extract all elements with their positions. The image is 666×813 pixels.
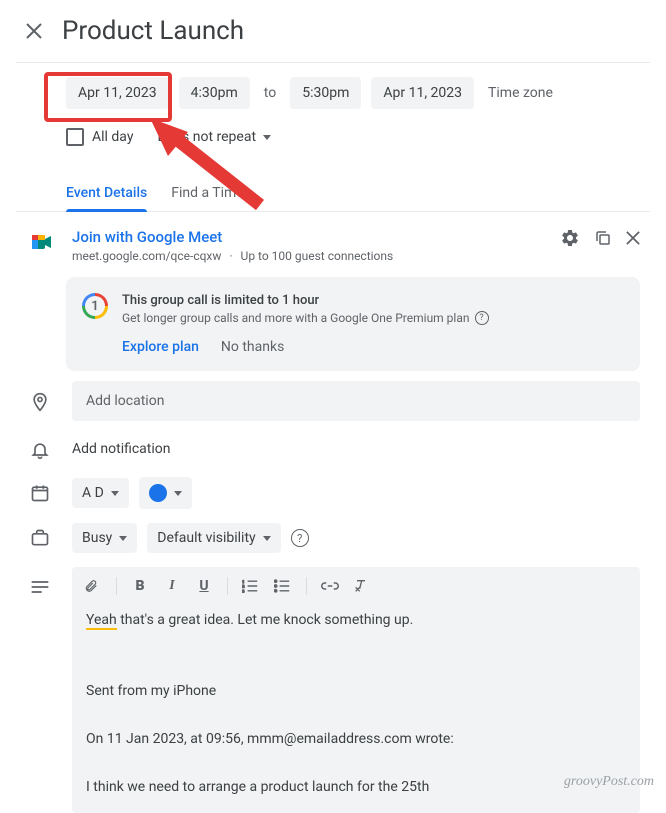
meet-capacity: Up to 100 guest connections: [241, 249, 394, 263]
explore-plan-button[interactable]: Explore plan: [122, 339, 199, 355]
google-one-promo: 1 This group call is limited to 1 hour G…: [66, 277, 640, 371]
all-day-label: All day: [92, 129, 133, 145]
attach-icon[interactable]: [84, 577, 102, 595]
location-input[interactable]: Add location: [72, 381, 640, 421]
meet-section: Join with Google Meet meet.google.com/qc…: [16, 228, 650, 263]
help-icon[interactable]: ?: [475, 311, 489, 325]
tab-find-a-time[interactable]: Find a Time: [171, 175, 244, 211]
repeat-dropdown[interactable]: Does not repeat: [149, 123, 279, 151]
start-time-chip[interactable]: 4:30pm: [179, 77, 250, 109]
numbered-list-button[interactable]: 123: [242, 579, 260, 593]
description-icon: [30, 579, 54, 603]
event-title[interactable]: Product Launch: [62, 16, 650, 46]
bullet-list-button[interactable]: [274, 579, 292, 593]
start-date-chip[interactable]: Apr 11, 2023: [66, 77, 169, 109]
no-thanks-button[interactable]: No thanks: [221, 339, 284, 355]
join-meet-link[interactable]: Join with Google Meet: [72, 228, 542, 246]
divider: [16, 62, 650, 63]
visibility-help-icon[interactable]: ?: [291, 529, 309, 547]
meet-icon: [30, 232, 54, 256]
svg-text:3: 3: [242, 588, 245, 593]
settings-icon[interactable]: [560, 228, 580, 248]
timezone-link[interactable]: Time zone: [484, 85, 557, 101]
link-button[interactable]: [321, 581, 339, 591]
briefcase-icon: [30, 528, 54, 552]
chevron-down-icon: [111, 491, 119, 496]
italic-button[interactable]: I: [163, 578, 181, 594]
chevron-down-icon: [119, 536, 127, 541]
end-date-chip[interactable]: Apr 11, 2023: [371, 77, 474, 109]
chevron-down-icon: [263, 536, 271, 541]
meet-url: meet.google.com/qce-cqxw: [72, 249, 221, 263]
to-label: to: [260, 85, 280, 101]
location-icon: [30, 391, 54, 415]
visibility-dropdown[interactable]: Default visibility: [147, 523, 280, 553]
tabs: Event Details Find a Time: [16, 175, 650, 212]
chevron-down-icon: [263, 135, 271, 140]
tab-event-details[interactable]: Event Details: [66, 175, 147, 211]
notification-icon: [30, 439, 54, 463]
promo-title: This group call is limited to 1 hour: [122, 293, 624, 308]
end-time-chip[interactable]: 5:30pm: [290, 77, 361, 109]
clear-formatting-button[interactable]: [353, 578, 371, 594]
underline-button[interactable]: U: [195, 578, 213, 594]
copy-icon[interactable]: [594, 229, 612, 247]
color-dropdown[interactable]: [139, 477, 192, 509]
datetime-row: Apr 11, 2023 4:30pm to 5:30pm Apr 11, 20…: [16, 77, 650, 109]
description-editor[interactable]: B I U 123 Yeah that's a great: [72, 567, 640, 813]
calendar-icon: [30, 483, 54, 507]
add-notification-button[interactable]: Add notification: [72, 435, 171, 463]
all-day-checkbox[interactable]: [66, 128, 84, 146]
busy-dropdown[interactable]: Busy: [72, 523, 137, 553]
promo-subtitle: Get longer group calls and more with a G…: [122, 311, 470, 325]
description-content[interactable]: Yeah that's a great idea. Let me knock s…: [72, 605, 640, 813]
google-one-icon: 1: [82, 293, 108, 319]
calendar-owner-dropdown[interactable]: A D: [72, 478, 129, 508]
watermark: groovyPost.com: [564, 774, 654, 790]
chevron-down-icon: [174, 491, 182, 496]
event-color-swatch: [149, 484, 167, 502]
bold-button[interactable]: B: [131, 578, 149, 594]
rich-text-toolbar: B I U 123: [72, 567, 640, 605]
close-icon[interactable]: [22, 19, 46, 43]
remove-meet-icon[interactable]: [626, 231, 640, 245]
